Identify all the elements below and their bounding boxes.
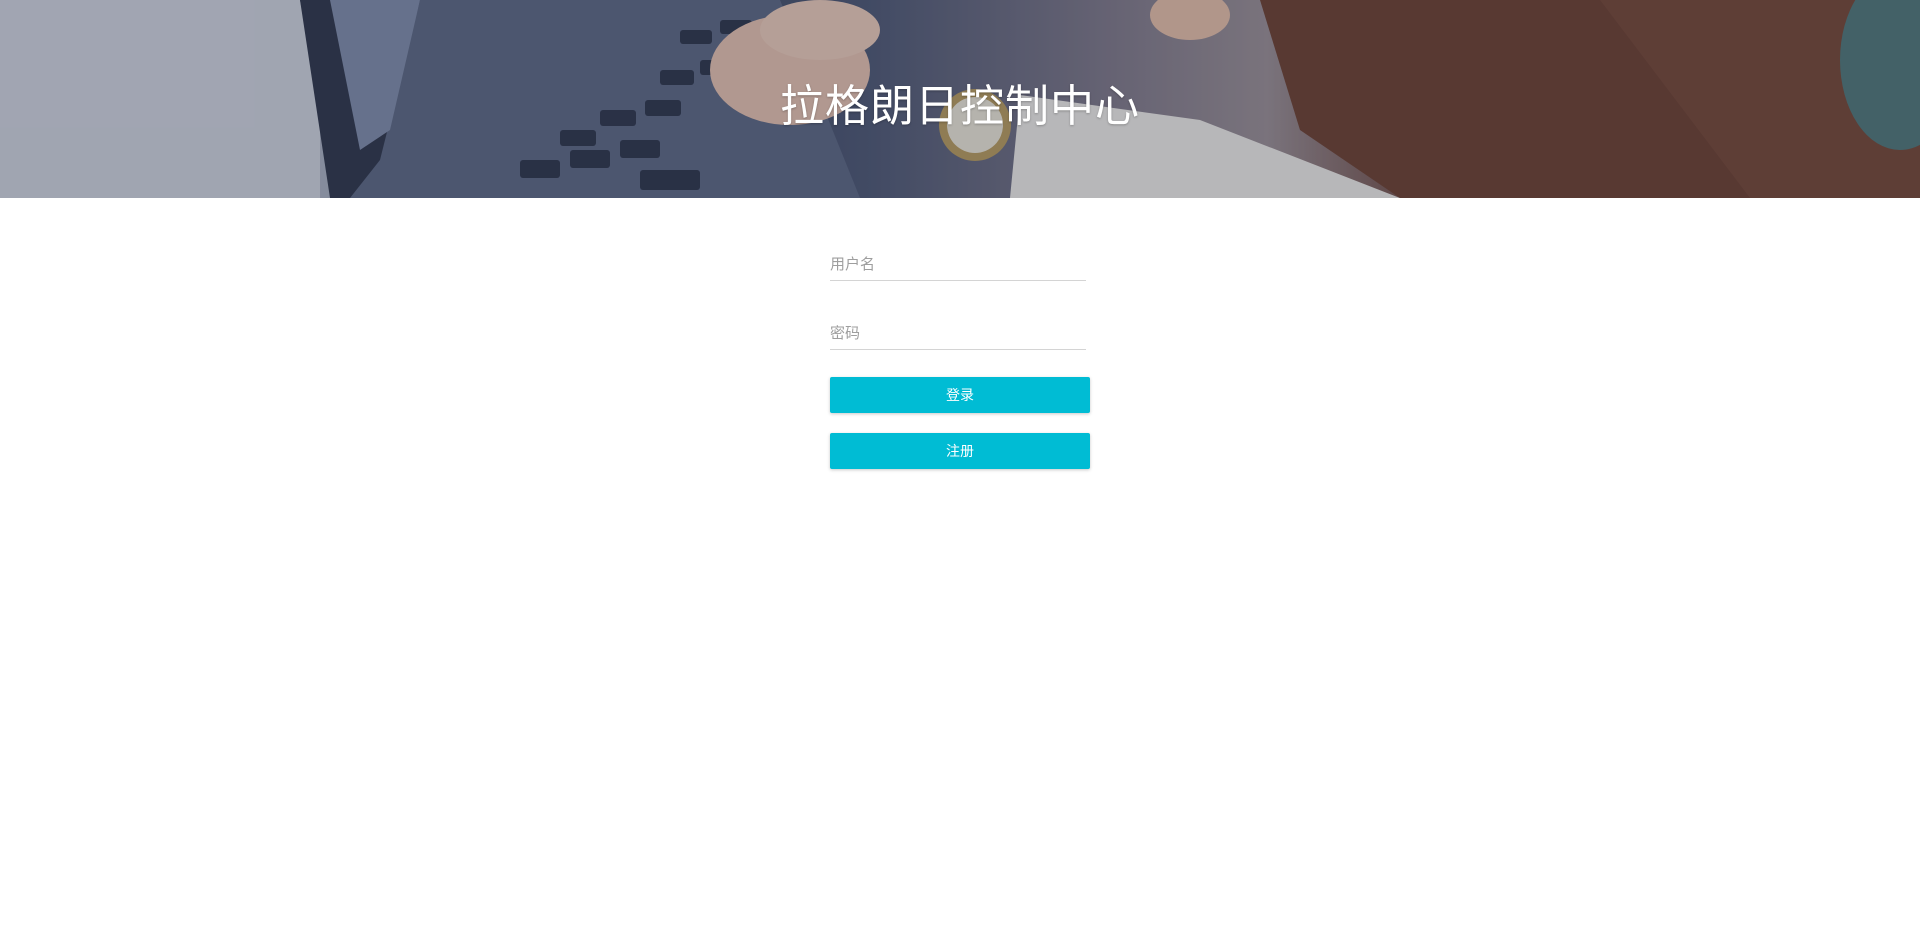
- username-input[interactable]: [830, 248, 1086, 281]
- password-input[interactable]: [830, 317, 1086, 350]
- hero-banner: 拉格朗日控制中心: [0, 0, 1920, 198]
- register-button[interactable]: 注册: [830, 433, 1090, 469]
- login-button[interactable]: 登录: [830, 377, 1090, 413]
- login-form: 登录 注册: [830, 248, 1090, 469]
- page-title: 拉格朗日控制中心: [780, 81, 1140, 132]
